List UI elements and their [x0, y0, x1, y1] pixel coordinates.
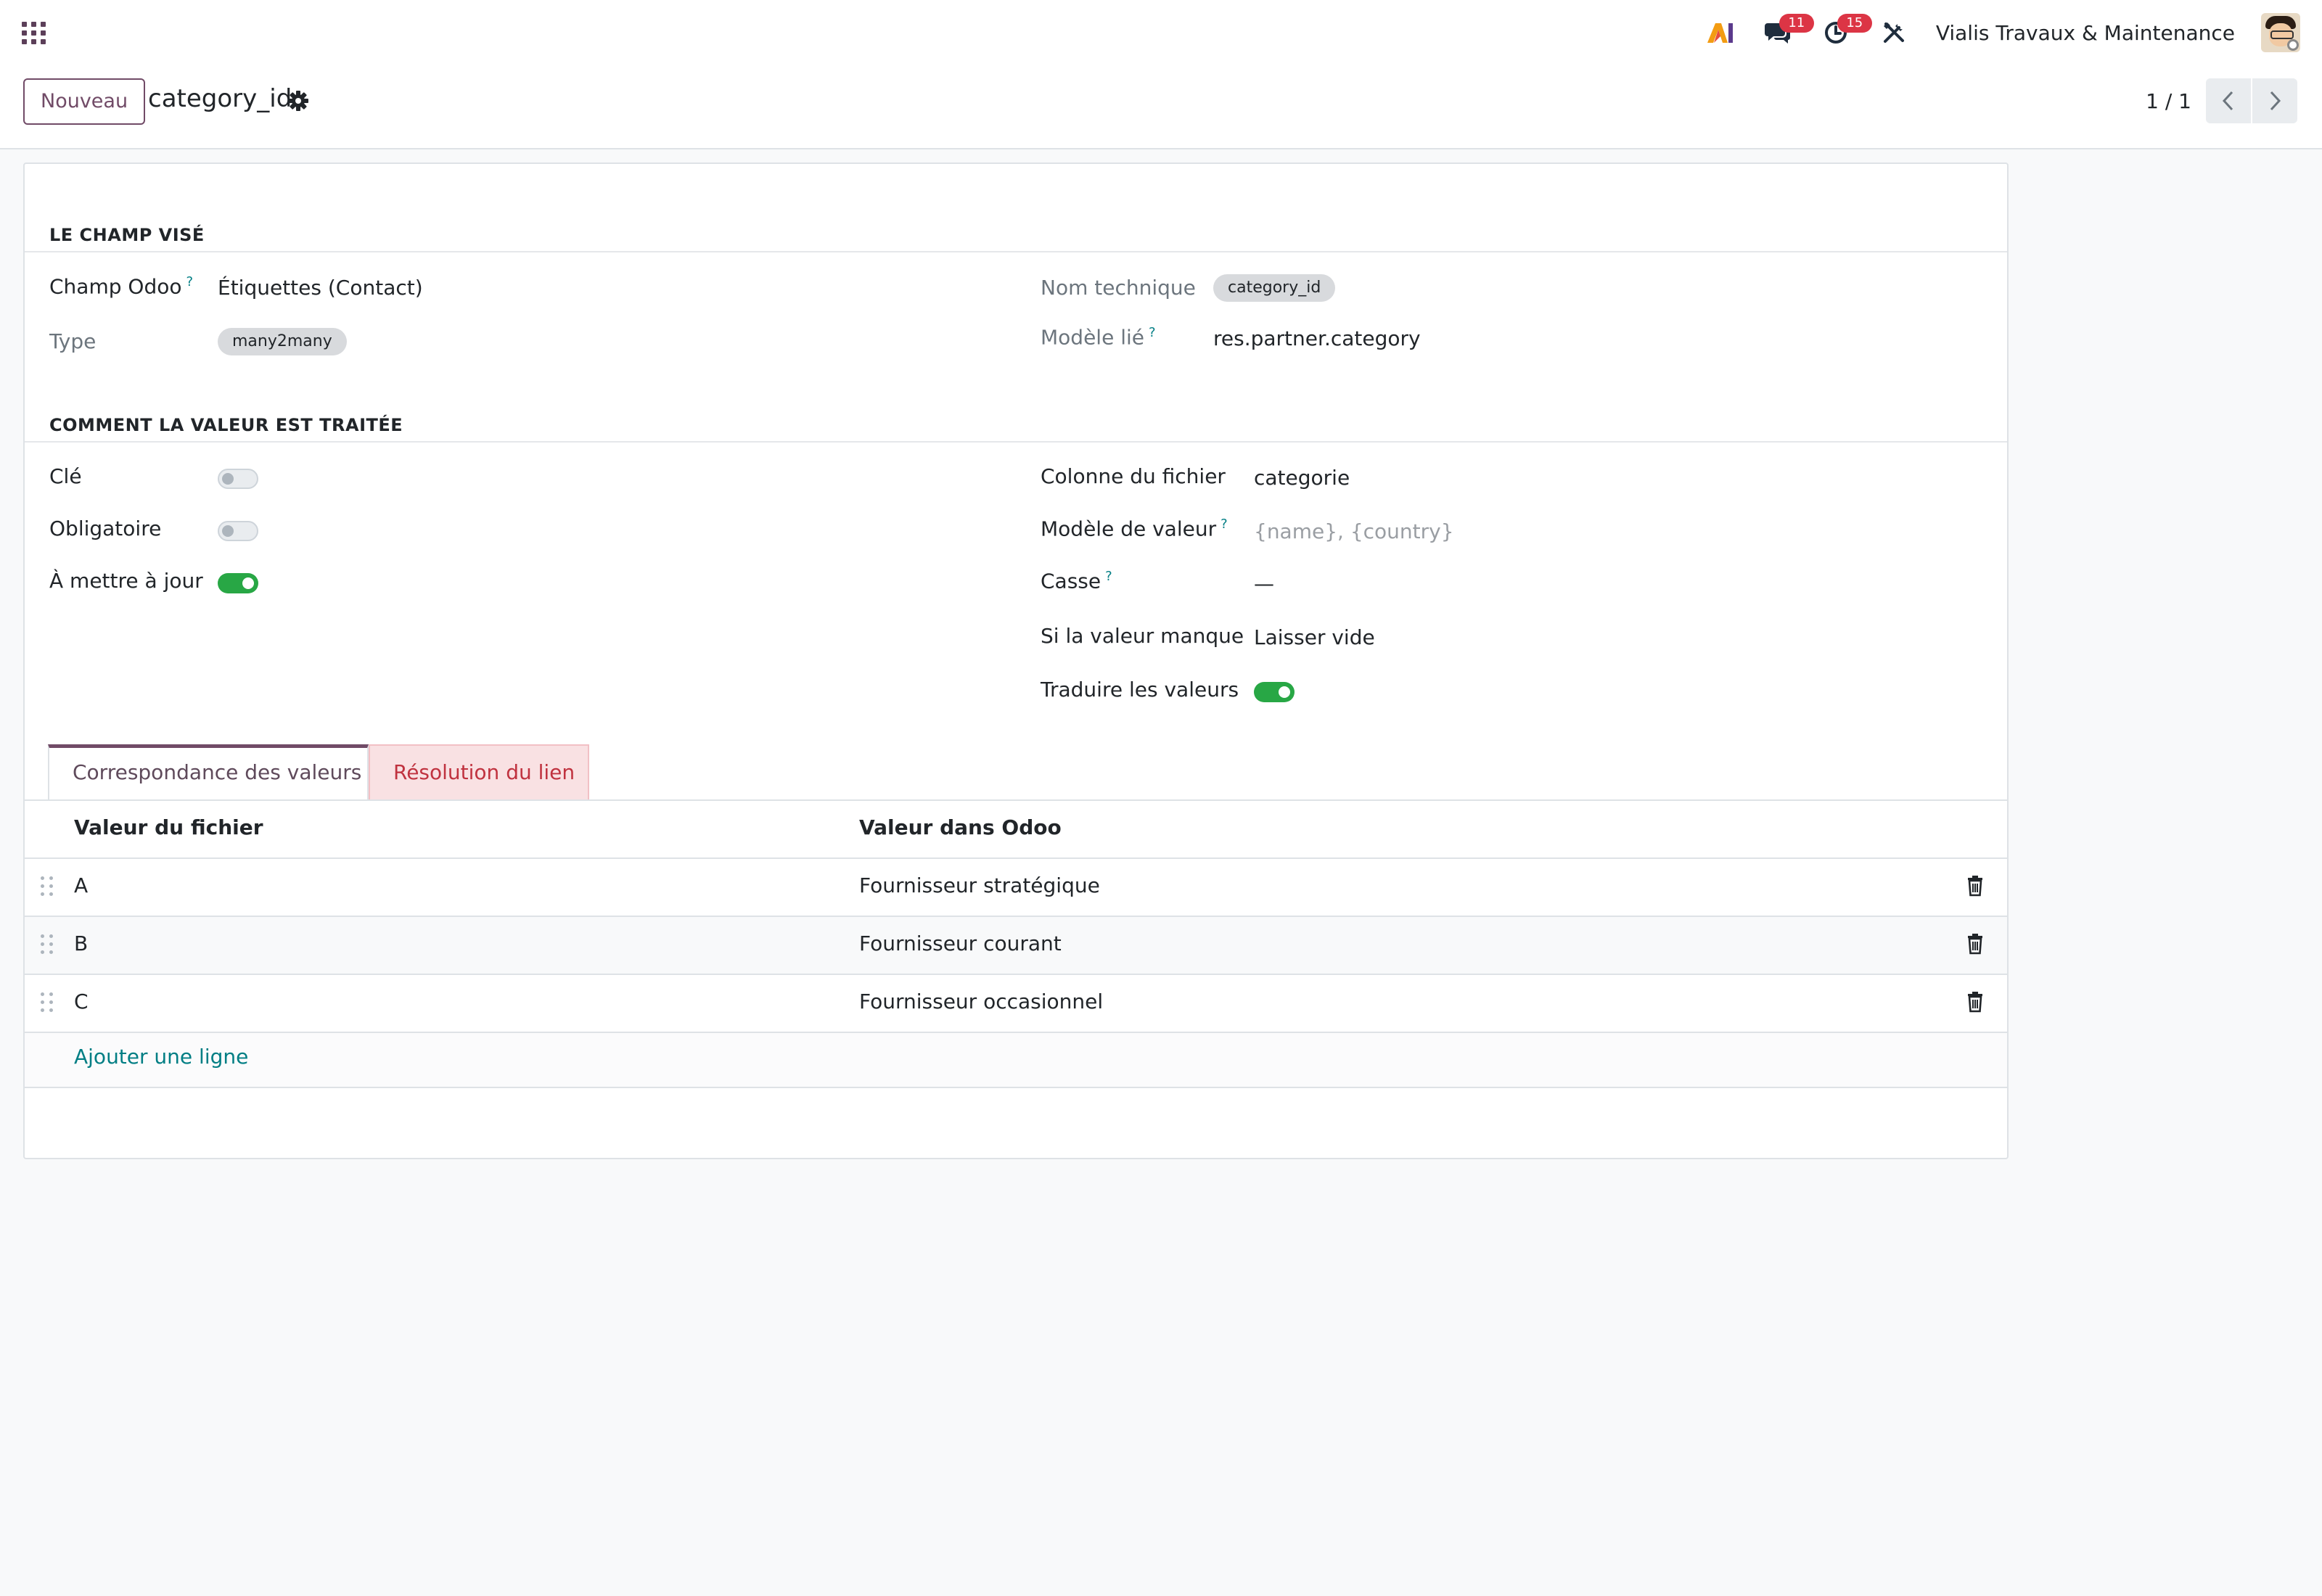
help-icon[interactable]: ? — [1221, 517, 1228, 532]
tab-value-mapping[interactable]: Correspondance des valeurs — [48, 744, 369, 799]
table-row[interactable]: A Fournisseur stratégique — [25, 857, 2007, 916]
technical-name-label: Nom technique — [1041, 276, 1196, 300]
help-icon[interactable]: ? — [186, 274, 193, 289]
pager-value[interactable]: 1 / 1 — [2146, 89, 2191, 113]
related-model-value: res.partner.category — [1213, 326, 1421, 350]
add-line-link[interactable]: Ajouter une ligne — [74, 1045, 248, 1069]
key-toggle[interactable] — [218, 469, 258, 489]
navbar-systray: 11 15 Vialis Travaux & Maintenance — [1704, 0, 2300, 65]
required-toggle[interactable] — [218, 521, 258, 541]
drag-handle-icon[interactable] — [41, 876, 54, 898]
technical-name-tag: category_id — [1213, 274, 1336, 302]
file-column-input[interactable]: categorie — [1254, 466, 1350, 490]
odoo-field-value[interactable]: Étiquettes (Contact) — [218, 276, 423, 300]
chevron-left-icon — [2222, 91, 2233, 111]
messages-icon[interactable]: 11 — [1762, 14, 1814, 49]
odoo-field-label: Champ Odoo? — [49, 274, 194, 299]
apps-menu-icon[interactable] — [22, 20, 46, 45]
section-title-target: LE CHAMP VISÉ — [49, 225, 205, 245]
case-label: Casse? — [1041, 569, 1112, 593]
trash-icon[interactable] — [1966, 991, 1984, 1016]
cell-file-value[interactable]: B — [74, 931, 88, 955]
messages-badge: 11 — [1779, 14, 1814, 33]
pager-next-button[interactable] — [2252, 78, 2297, 123]
column-header-file-value[interactable]: Valeur du fichier — [74, 815, 263, 839]
drag-handle-icon[interactable] — [41, 992, 54, 1014]
control-panel: Nouveau category_id 1 / 1 — [0, 65, 2322, 149]
cell-odoo-value[interactable]: Fournisseur courant — [859, 931, 1062, 955]
new-button[interactable]: Nouveau — [23, 78, 146, 125]
translate-values-toggle[interactable] — [1254, 682, 1295, 702]
ai-icon[interactable] — [1704, 17, 1736, 49]
gear-icon[interactable] — [287, 90, 309, 115]
user-avatar[interactable] — [2261, 13, 2300, 52]
trash-icon[interactable] — [1966, 933, 1984, 958]
cell-odoo-value[interactable]: Fournisseur occasionnel — [859, 990, 1103, 1013]
required-label: Obligatoire — [49, 517, 162, 540]
section-title-processing: COMMENT LA VALEUR EST TRAITÉE — [49, 415, 403, 435]
value-template-label: Modèle de valeur? — [1041, 517, 1228, 541]
activities-badge: 15 — [1837, 14, 1872, 33]
company-switcher[interactable]: Vialis Travaux & Maintenance — [1936, 21, 2235, 45]
cell-odoo-value[interactable]: Fournisseur stratégique — [859, 873, 1100, 897]
drag-handle-icon[interactable] — [41, 934, 54, 956]
pager: 1 / 1 — [2146, 78, 2297, 123]
cell-file-value[interactable]: C — [74, 990, 89, 1013]
file-column-label: Colonne du fichier — [1041, 464, 1226, 488]
type-tag: many2many — [218, 328, 347, 355]
add-line-row: Ajouter une ligne — [25, 1032, 2007, 1088]
form-sheet: LE CHAMP VISÉ Champ Odoo? Étiquettes (Co… — [23, 163, 2009, 1159]
activities-clock-icon[interactable]: 15 — [1820, 14, 1872, 49]
column-header-odoo-value[interactable]: Valeur dans Odoo — [859, 815, 1062, 839]
section-divider — [25, 251, 2007, 252]
record-title: category_id — [148, 84, 292, 113]
pager-previous-button[interactable] — [2206, 78, 2251, 123]
related-model-label: Modèle lié? — [1041, 325, 1156, 350]
chevron-right-icon — [2270, 91, 2281, 111]
update-toggle[interactable] — [218, 573, 258, 593]
type-label: Type — [49, 329, 97, 353]
help-icon[interactable]: ? — [1105, 569, 1112, 584]
table-row[interactable]: B Fournisseur courant — [25, 916, 2007, 974]
trash-icon[interactable] — [1966, 875, 1984, 900]
update-label: À mettre à jour — [49, 569, 203, 593]
value-template-input[interactable]: {name}, {country} — [1254, 519, 1454, 543]
tab-divider — [25, 799, 2007, 801]
key-label: Clé — [49, 464, 82, 488]
top-navbar: 11 15 Vialis Travaux & Maintenance — [0, 0, 2322, 65]
case-select[interactable]: — — [1254, 572, 1274, 596]
translate-values-label: Traduire les valeurs — [1041, 678, 1239, 702]
missing-value-select[interactable]: Laisser vide — [1254, 625, 1375, 649]
cell-file-value[interactable]: A — [74, 873, 88, 897]
tab-link-resolution[interactable]: Résolution du lien — [369, 744, 589, 799]
section-divider — [25, 441, 2007, 443]
tools-icon[interactable] — [1878, 17, 1910, 49]
missing-value-label: Si la valeur manque — [1041, 624, 1244, 648]
help-icon[interactable]: ? — [1149, 325, 1156, 340]
table-row[interactable]: C Fournisseur occasionnel — [25, 974, 2007, 1032]
